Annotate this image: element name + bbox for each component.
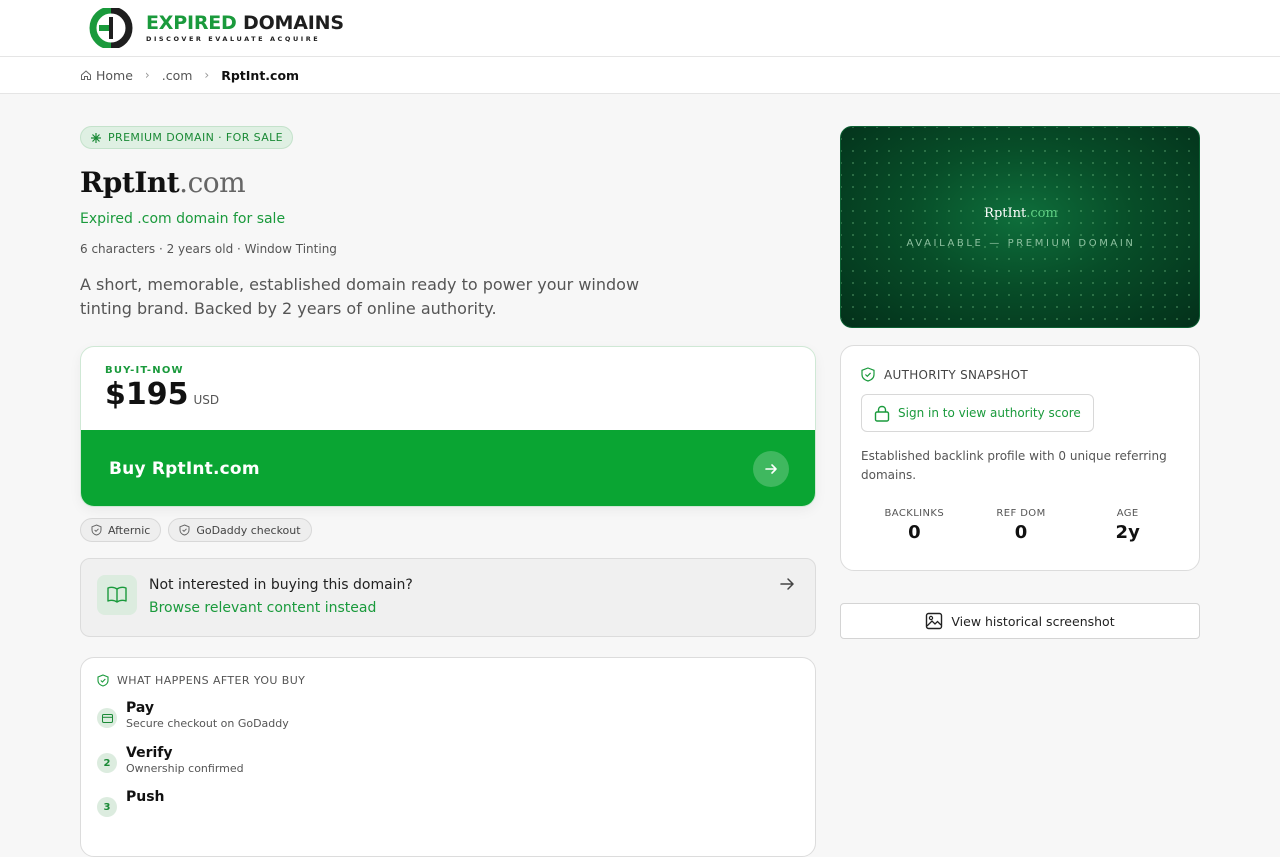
sparkle-icon bbox=[91, 132, 101, 143]
chevron-right-icon: › bbox=[144, 68, 150, 82]
book-open-icon bbox=[97, 575, 137, 615]
breadcrumb: Home › .com › RptInt.com bbox=[0, 57, 1280, 94]
step-pay: Pay Secure checkout on GoDaddy bbox=[97, 700, 289, 730]
authority-stats: BACKLINKS 0 REF DOM 0 AGE 2y bbox=[861, 508, 1181, 543]
arrow-right-icon bbox=[780, 578, 794, 590]
buy-it-now-label: BUY-IT-NOW bbox=[105, 365, 184, 376]
domain-subtitle: Expired .com domain for sale bbox=[80, 211, 286, 227]
logo-name-part2: DOMAINS bbox=[243, 12, 344, 34]
steps-heading-label: WHAT HAPPENS AFTER YOU BUY bbox=[117, 674, 306, 687]
top-bar: EXPIRED DOMAINS DISCOVER EVALUATE ACQUIR… bbox=[0, 0, 1280, 57]
step-title: Verify bbox=[126, 745, 173, 761]
steps-heading: WHAT HAPPENS AFTER YOU BUY bbox=[97, 674, 305, 687]
browse-link[interactable]: Browse relevant content instead bbox=[149, 600, 376, 616]
stat-backlinks: BACKLINKS 0 bbox=[861, 508, 968, 543]
logo-mark-icon bbox=[89, 8, 133, 48]
stat-label: REF DOM bbox=[996, 508, 1046, 519]
hero-domain-name-text: RptInt bbox=[984, 206, 1027, 221]
breadcrumb-tld[interactable]: .com bbox=[162, 68, 193, 83]
arrow-right-icon bbox=[753, 451, 789, 487]
buy-card: BUY-IT-NOW $195 USD Buy RptInt.com bbox=[80, 346, 816, 507]
checkout-chips: Afternic GoDaddy checkout bbox=[80, 518, 312, 542]
logo-name-part1: EXPIRED bbox=[146, 12, 237, 34]
authority-snapshot-card: AUTHORITY SNAPSHOT Sign in to view autho… bbox=[840, 345, 1200, 571]
chip-godaddy: GoDaddy checkout bbox=[168, 518, 312, 542]
stat-value: 0 bbox=[908, 522, 921, 543]
view-history-label: View historical screenshot bbox=[951, 613, 1115, 629]
domain-title: RptInt.com bbox=[80, 166, 246, 199]
authority-heading-label: AUTHORITY SNAPSHOT bbox=[884, 367, 1028, 382]
stat-value: 0 bbox=[1014, 522, 1028, 543]
stat-value: 2y bbox=[1115, 522, 1140, 543]
shield-check-icon bbox=[97, 674, 109, 687]
price-amount: $195 bbox=[105, 377, 189, 412]
breadcrumb-home-label: Home bbox=[96, 67, 133, 83]
view-history-button[interactable]: View historical screenshot bbox=[840, 603, 1200, 639]
hero-dot-pattern bbox=[841, 127, 1199, 327]
price-currency: USD bbox=[193, 393, 220, 407]
browse-question: Not interested in buying this domain? bbox=[149, 577, 413, 593]
shield-check-icon bbox=[861, 367, 875, 382]
domain-title-name: RptInt bbox=[80, 166, 180, 199]
signin-authority-label: Sign in to view authority score bbox=[898, 406, 1081, 420]
buy-button[interactable]: Buy RptInt.com bbox=[81, 430, 815, 506]
step-push: 3 Push bbox=[97, 789, 165, 817]
lock-icon bbox=[874, 405, 890, 422]
domain-meta: 6 characters · 2 years old · Window Tint… bbox=[80, 242, 337, 256]
signin-authority-button[interactable]: Sign in to view authority score bbox=[861, 394, 1094, 432]
step-title: Push bbox=[126, 789, 165, 805]
chevron-right-icon: › bbox=[204, 68, 210, 82]
buy-button-label: Buy RptInt.com bbox=[109, 459, 260, 479]
hero-domain-name: RptInt.com bbox=[841, 206, 1199, 221]
step-verify: 2 Verify Ownership confirmed bbox=[97, 745, 244, 775]
authority-heading: AUTHORITY SNAPSHOT bbox=[861, 367, 1028, 382]
step-number: 2 bbox=[97, 753, 117, 773]
credit-card-icon bbox=[97, 708, 117, 728]
step-subtitle: Ownership confirmed bbox=[126, 762, 244, 775]
premium-badge-label: PREMIUM DOMAIN · FOR SALE bbox=[108, 131, 284, 144]
step-subtitle: Secure checkout on GoDaddy bbox=[126, 717, 289, 730]
stat-age: AGE 2y bbox=[1074, 508, 1181, 543]
domain-title-tld: .com bbox=[179, 166, 246, 199]
shield-icon bbox=[179, 524, 190, 536]
chip-godaddy-label: GoDaddy checkout bbox=[196, 523, 301, 537]
hero-domain-tld: .com bbox=[1026, 206, 1058, 221]
price: $195 USD bbox=[105, 377, 219, 412]
stat-ref-dom: REF DOM 0 bbox=[968, 508, 1075, 543]
step-number: 3 bbox=[97, 797, 117, 817]
shield-icon bbox=[91, 524, 102, 536]
premium-badge: PREMIUM DOMAIN · FOR SALE bbox=[80, 126, 294, 149]
image-icon bbox=[926, 612, 943, 630]
logo-tagline: DISCOVER EVALUATE ACQUIRE bbox=[146, 35, 321, 43]
chip-afternic: Afternic bbox=[80, 518, 162, 542]
stat-label: AGE bbox=[1116, 508, 1139, 519]
stat-label: BACKLINKS bbox=[884, 508, 945, 519]
site-logo[interactable]: EXPIRED DOMAINS DISCOVER EVALUATE ACQUIR… bbox=[87, 8, 344, 48]
chip-afternic-label: Afternic bbox=[108, 523, 151, 537]
hero-availability: AVAILABLE — PREMIUM DOMAIN bbox=[906, 238, 1136, 249]
domain-description: A short, memorable, established domain r… bbox=[80, 275, 640, 318]
step-title: Pay bbox=[126, 700, 155, 716]
authority-description: Established backlink profile with 0 uniq… bbox=[861, 449, 1167, 482]
browse-content-card[interactable]: Not interested in buying this domain? Br… bbox=[80, 558, 816, 637]
domain-hero-card: RptInt.com AVAILABLE — PREMIUM DOMAIN bbox=[840, 126, 1200, 328]
breadcrumb-home[interactable]: Home bbox=[80, 68, 133, 83]
after-purchase-steps: WHAT HAPPENS AFTER YOU BUY Pay Secure ch… bbox=[80, 657, 816, 857]
breadcrumb-current: RptInt.com bbox=[221, 67, 300, 83]
home-icon bbox=[81, 70, 91, 80]
